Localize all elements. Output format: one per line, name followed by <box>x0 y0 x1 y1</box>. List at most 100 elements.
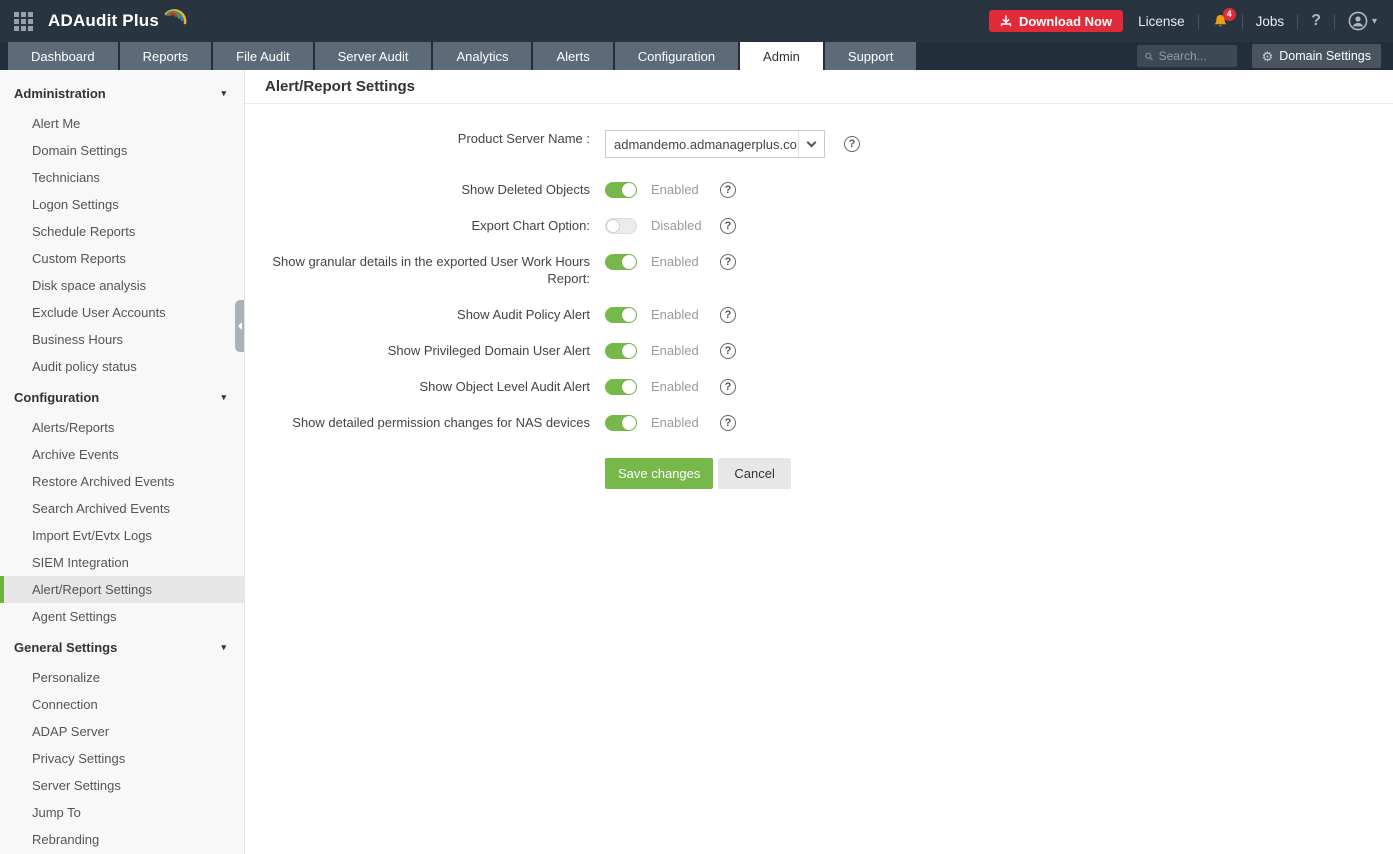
sidebar-item-agent-settings[interactable]: Agent Settings <box>0 603 244 630</box>
sidebar-item-privacy-settings[interactable]: Privacy Settings <box>0 745 244 772</box>
sidebar-item-siem-integration[interactable]: SIEM Integration <box>0 549 244 576</box>
toggle-row-show-detailed-permission-changes-for-nas-devices: Show detailed permission changes for NAS… <box>245 414 1393 431</box>
avatar-icon <box>1348 11 1368 31</box>
toggle-state-label: Enabled <box>651 343 706 358</box>
sidebar-section-administration[interactable]: Administration▾ <box>0 76 244 110</box>
sidebar-collapse-handle[interactable] <box>235 300 244 352</box>
help-icon[interactable]: ? <box>720 307 736 323</box>
sidebar-item-personalize[interactable]: Personalize <box>0 664 244 691</box>
help-icon[interactable]: ? <box>720 379 736 395</box>
chevron-left-icon <box>238 322 242 330</box>
help-icon[interactable]: ? <box>720 218 736 234</box>
chevron-down-icon: ▾ <box>221 642 226 653</box>
sidebar-section-configuration[interactable]: Configuration ▾ <box>0 380 244 414</box>
domain-settings-button[interactable]: ⚙ Domain Settings <box>1252 44 1381 68</box>
sidebar-item-alert-me[interactable]: Alert Me <box>0 110 244 137</box>
sidebar-item-custom-reports[interactable]: Custom Reports <box>0 245 244 272</box>
sidebar-item-connection[interactable]: Connection <box>0 691 244 718</box>
sidebar-item-jump-to[interactable]: Jump To <box>0 799 244 826</box>
toggle-row-show-privileged-domain-user-alert: Show Privileged Domain User AlertEnabled… <box>245 342 1393 359</box>
toggle-switch[interactable] <box>605 218 637 234</box>
gear-icon: ⚙ <box>1262 50 1274 63</box>
chevron-down-icon <box>807 138 817 148</box>
product-server-select[interactable]: admandemo.admanagerplus.co <box>605 130 825 158</box>
toggle-switch[interactable] <box>605 307 637 323</box>
tab-alerts[interactable]: Alerts <box>533 42 612 70</box>
help-icon[interactable]: ? <box>720 415 736 431</box>
main-content: Alert/Report Settings Product Server Nam… <box>245 70 1393 854</box>
apps-grid-icon[interactable] <box>14 12 33 31</box>
sidebar-item-audit-policy-status[interactable]: Audit policy status <box>0 353 244 380</box>
help-icon[interactable]: ? <box>720 254 736 270</box>
toggle-label: Show granular details in the exported Us… <box>245 253 590 287</box>
toggle-knob <box>606 219 620 233</box>
sidebar-item-adap-server[interactable]: ADAP Server <box>0 718 244 745</box>
tab-admin[interactable]: Admin <box>740 42 823 70</box>
toggle-row-export-chart-option: Export Chart Option:Disabled? <box>245 217 1393 234</box>
tab-reports[interactable]: Reports <box>120 42 212 70</box>
toggle-label: Show Audit Policy Alert <box>245 306 590 323</box>
sidebar-item-server-settings[interactable]: Server Settings <box>0 772 244 799</box>
sidebar-item-schedule-reports[interactable]: Schedule Reports <box>0 218 244 245</box>
sidebar-item-technicians[interactable]: Technicians <box>0 164 244 191</box>
tab-server-audit[interactable]: Server Audit <box>315 42 432 70</box>
tab-support[interactable]: Support <box>825 42 917 70</box>
nav-right: ⚙ Domain Settings <box>1137 42 1393 70</box>
settings-form: Product Server Name : admandemo.admanage… <box>245 104 1393 489</box>
search-box[interactable] <box>1137 45 1237 67</box>
help-link[interactable]: ? <box>1311 12 1321 30</box>
sidebar-item-search-archived-events[interactable]: Search Archived Events <box>0 495 244 522</box>
tab-configuration[interactable]: Configuration <box>615 42 738 70</box>
toggle-row-show-granular-details-in-the-exported-user-work-hours-report: Show granular details in the exported Us… <box>245 253 1393 287</box>
sidebar-item-archive-events[interactable]: Archive Events <box>0 441 244 468</box>
chevron-down-icon: ▾ <box>221 88 226 99</box>
help-icon[interactable]: ? <box>720 182 736 198</box>
domain-settings-label: Domain Settings <box>1279 49 1371 63</box>
toggle-switch[interactable] <box>605 254 637 270</box>
toggle-switch[interactable] <box>605 379 637 395</box>
sidebar-item-alert-report-settings[interactable]: Alert/Report Settings <box>0 576 244 603</box>
download-now-button[interactable]: Download Now <box>989 10 1123 32</box>
toggle-state-label: Enabled <box>651 415 706 430</box>
notifications-bell-icon[interactable]: 4 <box>1212 13 1229 30</box>
sidebar-item-alerts-reports[interactable]: Alerts/Reports <box>0 414 244 441</box>
form-actions: Save changes Cancel <box>245 458 1393 489</box>
app-logo: ADAudit Plus <box>48 11 187 31</box>
license-link[interactable]: License <box>1138 14 1185 29</box>
toggle-switch[interactable] <box>605 343 637 359</box>
sidebar-item-exclude-user-accounts[interactable]: Exclude User Accounts <box>0 299 244 326</box>
download-now-label: Download Now <box>1019 14 1112 29</box>
sidebar-section-general-settings[interactable]: General Settings▾ <box>0 630 244 664</box>
toggle-row-show-deleted-objects: Show Deleted ObjectsEnabled? <box>245 181 1393 198</box>
tab-analytics[interactable]: Analytics <box>433 42 531 70</box>
cancel-button[interactable]: Cancel <box>718 458 790 489</box>
help-icon[interactable]: ? <box>720 343 736 359</box>
toggle-state-label: Enabled <box>651 307 706 322</box>
product-server-row: Product Server Name : admandemo.admanage… <box>245 130 1393 158</box>
jobs-link[interactable]: Jobs <box>1256 14 1285 29</box>
sidebar-item-disk-space-analysis[interactable]: Disk space analysis <box>0 272 244 299</box>
sidebar-item-restore-archived-events[interactable]: Restore Archived Events <box>0 468 244 495</box>
toggle-switch[interactable] <box>605 182 637 198</box>
user-account-menu[interactable]: ▾ <box>1348 11 1377 31</box>
search-input[interactable] <box>1159 49 1229 63</box>
sidebar-item-logon-settings[interactable]: Logon Settings <box>0 191 244 218</box>
help-icon[interactable]: ? <box>844 136 860 152</box>
toggle-knob <box>622 416 636 430</box>
toggle-label: Show Deleted Objects <box>245 181 590 198</box>
sidebar-item-business-hours[interactable]: Business Hours <box>0 326 244 353</box>
sidebar-item-import-evt-evtx-logs[interactable]: Import Evt/Evtx Logs <box>0 522 244 549</box>
tab-file-audit[interactable]: File Audit <box>213 42 312 70</box>
chevron-down-icon: ▾ <box>221 392 226 403</box>
topbar-actions: Download Now License 4 Jobs ? ▾ <box>989 10 1393 32</box>
nav-tabs: DashboardReportsFile AuditServer AuditAn… <box>8 42 918 70</box>
sidebar-section-title: Configuration <box>14 390 99 405</box>
toggle-knob <box>622 344 636 358</box>
sidebar-item-rebranding[interactable]: Rebranding <box>0 826 244 853</box>
chevron-down-icon: ▾ <box>1372 16 1377 27</box>
tab-dashboard[interactable]: Dashboard <box>8 42 118 70</box>
save-button[interactable]: Save changes <box>605 458 713 489</box>
sidebar-item-domain-settings[interactable]: Domain Settings <box>0 137 244 164</box>
toggle-switch[interactable] <box>605 415 637 431</box>
divider <box>1334 14 1335 29</box>
